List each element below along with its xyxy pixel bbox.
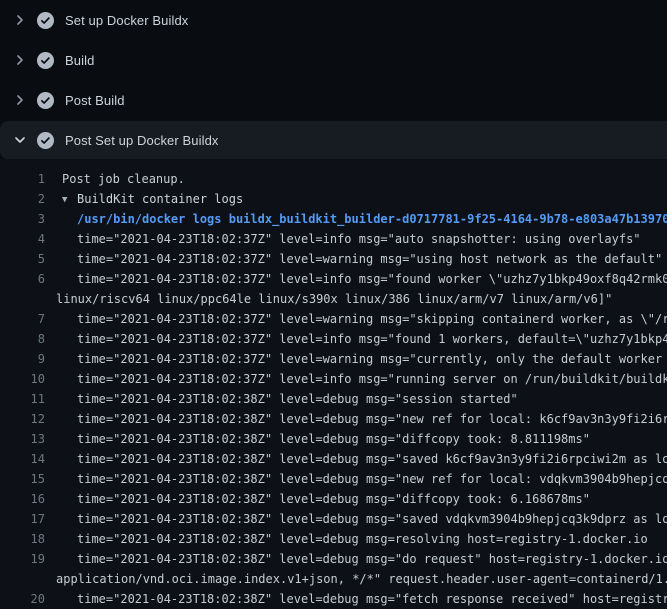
check-circle-icon xyxy=(37,132,54,149)
log-line: 2 ▼BuildKit container logs xyxy=(0,189,667,209)
log-line: 6 time="2021-04-23T18:02:37Z" level=info… xyxy=(0,269,667,289)
log-line-text: time="2021-04-23T18:02:38Z" level=debug … xyxy=(45,589,667,609)
log-line: 11 time="2021-04-23T18:02:38Z" level=deb… xyxy=(0,389,667,409)
log-line-number[interactable]: 12 xyxy=(0,409,45,429)
log-line-text: application/vnd.oci.image.index.v1+json,… xyxy=(45,569,667,589)
log-line-text: /usr/bin/docker logs buildx_buildkit_bui… xyxy=(45,209,667,229)
log-line-text: time="2021-04-23T18:02:38Z" level=debug … xyxy=(45,429,590,449)
log-line-number[interactable]: 15 xyxy=(0,469,45,489)
group-collapse-icon[interactable]: ▼ xyxy=(62,190,77,209)
log-line: 15 time="2021-04-23T18:02:38Z" level=deb… xyxy=(0,469,667,489)
chevron-right-icon xyxy=(12,12,28,28)
log-line-number[interactable]: 20 xyxy=(0,589,45,609)
log-line-text: time="2021-04-23T18:02:38Z" level=debug … xyxy=(45,469,667,489)
log-line: 1 Post job cleanup. xyxy=(0,169,667,189)
check-circle-icon xyxy=(37,12,54,29)
log-line-number[interactable]: 9 xyxy=(0,349,45,369)
log-line: 10 time="2021-04-23T18:02:37Z" level=inf… xyxy=(0,369,667,389)
log-line: 7 time="2021-04-23T18:02:37Z" level=warn… xyxy=(0,309,667,329)
log-line-text: time="2021-04-23T18:02:38Z" level=debug … xyxy=(45,389,518,409)
log-line-number[interactable]: 14 xyxy=(0,449,45,469)
log-line-number[interactable]: 7 xyxy=(0,309,45,329)
log-line-text: time="2021-04-23T18:02:38Z" level=debug … xyxy=(45,549,667,569)
log-line-number[interactable]: 8 xyxy=(0,329,45,349)
log-line-number[interactable]: 17 xyxy=(0,509,45,529)
log-line: 4 time="2021-04-23T18:02:37Z" level=info… xyxy=(0,229,667,249)
step-label: Post Set up Docker Buildx xyxy=(65,133,219,148)
log-line-text: time="2021-04-23T18:02:38Z" level=debug … xyxy=(45,449,667,469)
log-line-number[interactable]: 1 xyxy=(0,169,45,189)
step-label: Set up Docker Buildx xyxy=(65,13,188,28)
log-line-number[interactable]: 2 xyxy=(0,189,45,209)
chevron-down-icon xyxy=(12,132,28,148)
log-line-text: time="2021-04-23T18:02:37Z" level=info m… xyxy=(45,269,667,289)
log-line: 12 time="2021-04-23T18:02:38Z" level=deb… xyxy=(0,409,667,429)
log-line-number[interactable]: 18 xyxy=(0,529,45,549)
log-line-text: time="2021-04-23T18:02:38Z" level=debug … xyxy=(45,409,667,429)
log-line-number[interactable]: 5 xyxy=(0,249,45,269)
step-post-set-up-docker-buildx[interactable]: Post Set up Docker Buildx xyxy=(0,121,667,159)
chevron-right-icon xyxy=(12,52,28,68)
log-line: 18 time="2021-04-23T18:02:38Z" level=deb… xyxy=(0,529,667,549)
log-line-number[interactable] xyxy=(0,569,45,589)
log-line-number[interactable]: 16 xyxy=(0,489,45,509)
steps-list: Set up Docker Buildx Build Post Build Po… xyxy=(0,0,667,159)
log-line-number[interactable]: 19 xyxy=(0,549,45,569)
log-line-text: time="2021-04-23T18:02:37Z" level=info m… xyxy=(45,329,667,349)
log-viewer: 1 Post job cleanup. 2 ▼BuildKit containe… xyxy=(0,160,667,609)
log-line: 17 time="2021-04-23T18:02:38Z" level=deb… xyxy=(0,509,667,529)
log-line-text: time="2021-04-23T18:02:37Z" level=warnin… xyxy=(45,309,667,329)
log-line-text: time="2021-04-23T18:02:38Z" level=debug … xyxy=(45,529,648,549)
log-line: 9 time="2021-04-23T18:02:37Z" level=warn… xyxy=(0,349,667,369)
log-line-number[interactable]: 11 xyxy=(0,389,45,409)
log-line-number[interactable]: 6 xyxy=(0,269,45,289)
log-line: 14 time="2021-04-23T18:02:38Z" level=deb… xyxy=(0,449,667,469)
log-line-number[interactable]: 4 xyxy=(0,229,45,249)
log-line-text: linux/riscv64 linux/ppc64le linux/s390x … xyxy=(45,289,612,309)
log-line-text: time="2021-04-23T18:02:37Z" level=warnin… xyxy=(45,349,667,369)
log-line-number[interactable] xyxy=(0,289,45,309)
log-line-text: time="2021-04-23T18:02:37Z" level=info m… xyxy=(45,229,641,249)
log-line: 19 time="2021-04-23T18:02:38Z" level=deb… xyxy=(0,549,667,569)
log-line-text: ▼BuildKit container logs xyxy=(45,189,243,209)
log-line: 5 time="2021-04-23T18:02:37Z" level=warn… xyxy=(0,249,667,269)
log-line: application/vnd.oci.image.index.v1+json,… xyxy=(0,569,667,589)
log-line-text: time="2021-04-23T18:02:38Z" level=debug … xyxy=(45,489,590,509)
step-set-up-docker-buildx[interactable]: Set up Docker Buildx xyxy=(0,0,667,40)
log-line: linux/riscv64 linux/ppc64le linux/s390x … xyxy=(0,289,667,309)
step-post-build[interactable]: Post Build xyxy=(0,80,667,120)
group-title: BuildKit container logs xyxy=(77,192,243,206)
log-line: 13 time="2021-04-23T18:02:38Z" level=deb… xyxy=(0,429,667,449)
log-line-text: time="2021-04-23T18:02:38Z" level=debug … xyxy=(45,509,667,529)
log-line-text: time="2021-04-23T18:02:37Z" level=info m… xyxy=(45,369,667,389)
log-line-number[interactable]: 13 xyxy=(0,429,45,449)
check-circle-icon xyxy=(37,92,54,109)
step-build[interactable]: Build xyxy=(0,40,667,80)
log-line: 16 time="2021-04-23T18:02:38Z" level=deb… xyxy=(0,489,667,509)
check-circle-icon xyxy=(37,52,54,69)
log-line: 20 time="2021-04-23T18:02:38Z" level=deb… xyxy=(0,589,667,609)
log-line-text: Post job cleanup. xyxy=(45,169,185,189)
log-line: 8 time="2021-04-23T18:02:37Z" level=info… xyxy=(0,329,667,349)
log-line-number[interactable]: 10 xyxy=(0,369,45,389)
log-line-number[interactable]: 3 xyxy=(0,209,45,229)
chevron-right-icon xyxy=(12,92,28,108)
step-label: Post Build xyxy=(65,93,125,108)
log-line: 3 /usr/bin/docker logs buildx_buildkit_b… xyxy=(0,209,667,229)
step-label: Build xyxy=(65,53,94,68)
log-line-text: time="2021-04-23T18:02:37Z" level=warnin… xyxy=(45,249,662,269)
